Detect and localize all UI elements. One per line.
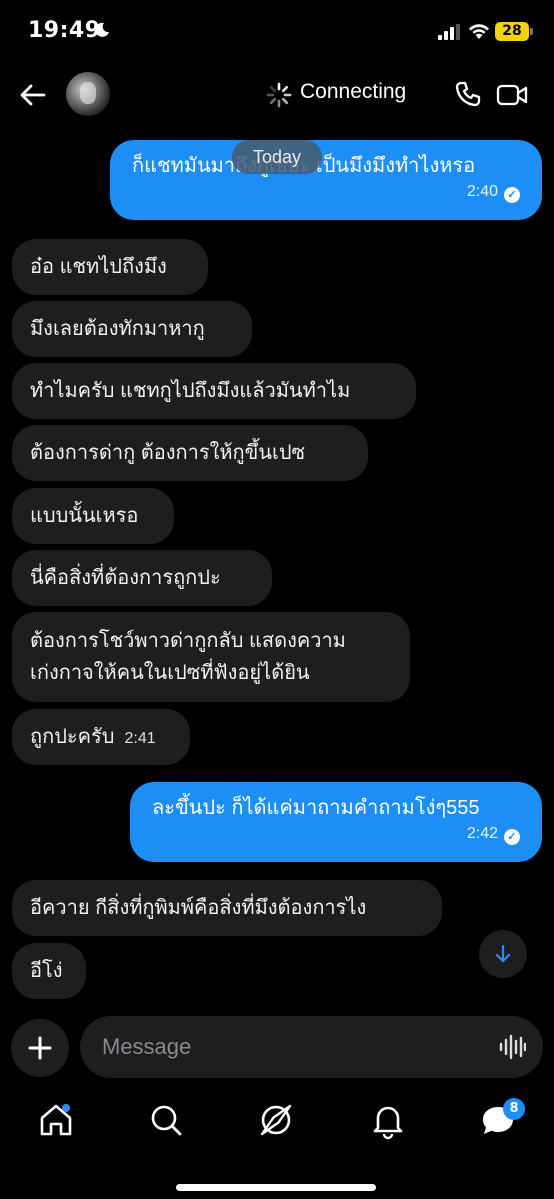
message-text: อีโง่: [30, 960, 63, 982]
message-text: นี่คือสิ่งที่ต้องการถูกปะ: [30, 567, 221, 589]
search-icon[interactable]: [146, 1100, 186, 1140]
message-timestamp: 2:41: [124, 730, 156, 747]
arrow-down-icon: [495, 944, 511, 963]
signal-icon: [438, 24, 460, 40]
message-bubble-incoming[interactable]: ต้องการโชว์พาวด่ากูกลับ แสดงความ เก่งกาจ…: [12, 612, 410, 702]
message-timestamp: 2:40 ✓: [132, 181, 520, 203]
message-text: ทำไมครับ แชทกูไปถึงมึงแล้วมันทำไม: [30, 380, 351, 402]
wifi-icon: [469, 24, 489, 39]
message-bubble-outgoing[interactable]: ละขึ้นปะ ก็ได้แค่มาถามคำถามโง่ๆ555 2:42 ✓: [130, 782, 542, 862]
message-bubble-incoming[interactable]: อีโง่: [12, 943, 86, 999]
compass-icon[interactable]: [256, 1100, 296, 1140]
avatar[interactable]: [66, 72, 110, 116]
video-icon[interactable]: [496, 82, 528, 108]
bottom-nav: 8: [0, 1088, 554, 1199]
messages-badge: 8: [503, 1098, 525, 1120]
message-text: ละขึ้นปะ ก็ได้แค่มาถามคำถามโง่ๆ555: [152, 797, 480, 819]
status-bar: 19:49 28: [0, 0, 554, 64]
message-text: แบบนั้นเหรอ: [30, 505, 139, 527]
battery-tip: [530, 28, 533, 35]
scroll-down-button[interactable]: [479, 930, 527, 978]
add-attachment-button[interactable]: [11, 1019, 69, 1077]
message-composer: [80, 1016, 543, 1078]
message-text: อ๋อ แชทไปถึงมึง: [30, 256, 167, 278]
message-bubble-incoming[interactable]: อีควาย กีสิ่งที่กูพิมพ์คือสิ่งที่มึงต้อง…: [12, 880, 442, 936]
message-bubble-incoming[interactable]: ทำไมครับ แชทกูไปถึงมึงแล้วมันทำไม: [12, 363, 416, 419]
message-input[interactable]: [102, 1030, 482, 1064]
message-text: อีควาย กีสิ่งที่กูพิมพ์คือสิ่งที่มึงต้อง…: [30, 897, 367, 919]
message-text: ต้องการด่ากู ต้องการให้กูขึ้นเปซ: [30, 442, 306, 464]
connection-status: Connecting: [300, 80, 407, 103]
chat-header: Connecting: [0, 64, 554, 126]
message-bubble-incoming[interactable]: อ๋อ แชทไปถึงมึง: [12, 239, 208, 295]
home-indicator: [176, 1184, 376, 1191]
status-time: 19:49: [28, 18, 101, 43]
bell-icon[interactable]: [368, 1100, 408, 1140]
message-bubble-outgoing[interactable]: ก็แชทมันมาถึงกูเยอะ เป็นมึงมึงทำไงหรอ 2:…: [110, 140, 542, 220]
message-bubble-incoming[interactable]: ถูกปะครับ 2:41: [12, 709, 190, 765]
phone-icon[interactable]: [454, 80, 482, 108]
battery-indicator: 28: [495, 22, 529, 41]
message-text: มึงเลยต้องทักมาหากู: [30, 318, 205, 340]
check-icon: ✓: [504, 187, 520, 203]
waveform-icon[interactable]: [498, 1034, 526, 1060]
check-icon: ✓: [504, 829, 520, 845]
message-text-line: เก่งกาจให้คนในเปซที่ฟังอยู่ได้ยิน: [30, 662, 310, 684]
message-bubble-incoming[interactable]: นี่คือสิ่งที่ต้องการถูกปะ: [12, 550, 272, 606]
back-arrow-icon[interactable]: [18, 80, 48, 110]
date-separator: Today: [232, 140, 322, 174]
message-bubble-incoming[interactable]: แบบนั้นเหรอ: [12, 488, 174, 544]
message-bubble-incoming[interactable]: ต้องการด่ากู ต้องการให้กูขึ้นเปซ: [12, 425, 368, 481]
message-text: ถูกปะครับ: [30, 726, 115, 748]
message-text-line: ต้องการโชว์พาวด่ากูกลับ แสดงความ: [30, 630, 346, 652]
moon-icon: [95, 22, 109, 37]
spinner-icon: [266, 82, 292, 108]
message-timestamp: 2:42 ✓: [152, 823, 520, 845]
message-bubble-incoming[interactable]: มึงเลยต้องทักมาหากู: [12, 301, 252, 357]
home-icon[interactable]: [36, 1100, 76, 1140]
notification-dot: [62, 1104, 70, 1112]
plus-icon: [28, 1036, 52, 1060]
